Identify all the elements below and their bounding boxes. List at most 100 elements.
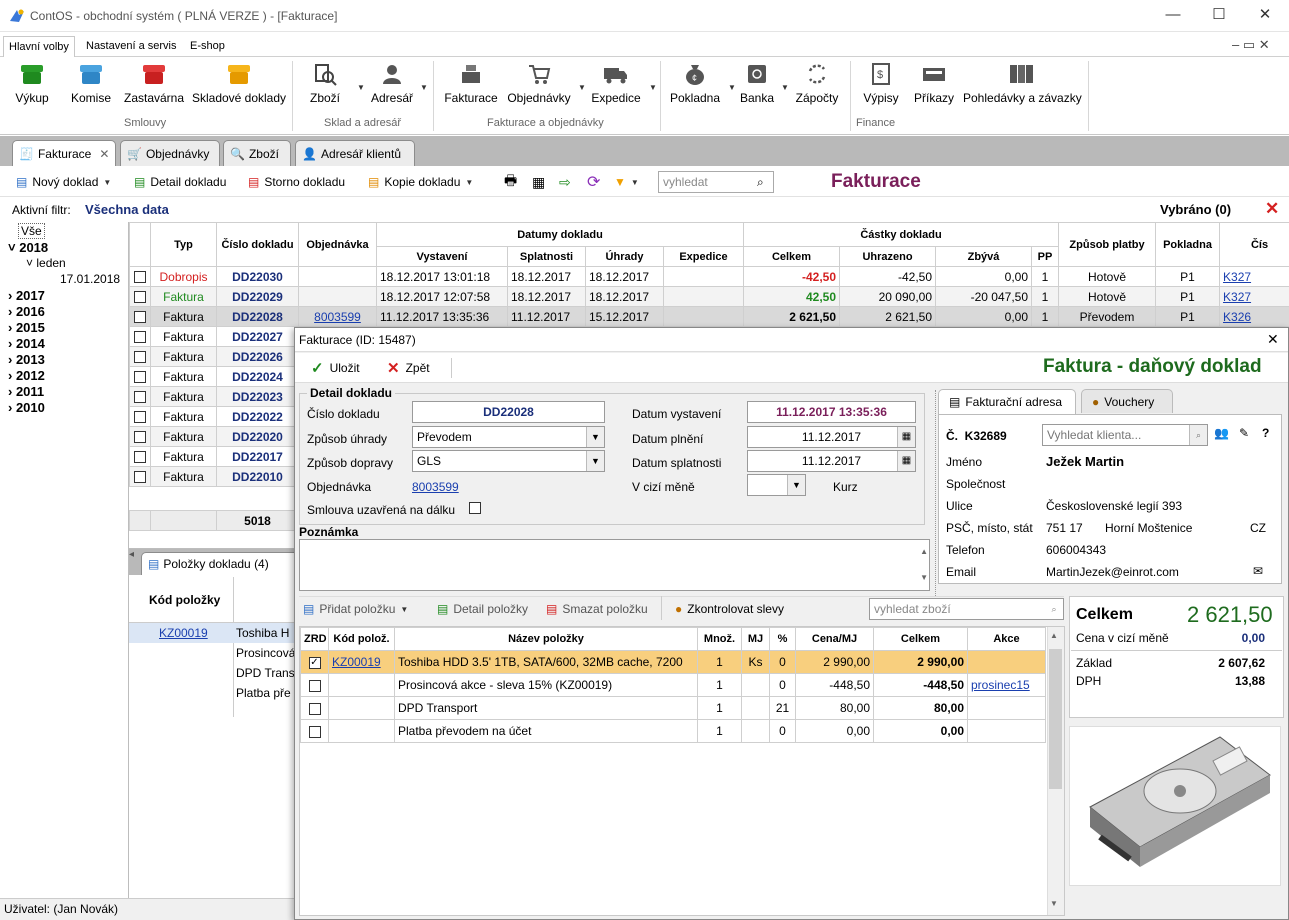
- zbozi-button[interactable]: Zboží: [305, 61, 345, 105]
- col-cena[interactable]: Cena/MJ: [795, 627, 874, 651]
- row-checkbox[interactable]: [134, 311, 146, 324]
- dropdown-arrow-icon[interactable]: ▼: [728, 83, 736, 92]
- adresar-button[interactable]: Adresář: [370, 61, 414, 105]
- storno-document-button[interactable]: ▤ Storno dokladu: [248, 172, 345, 192]
- add-contact-icon[interactable]: 👥: [1214, 426, 1229, 440]
- list-item[interactable]: DPD Trans: [236, 666, 295, 680]
- new-document-button[interactable]: ▤ Nový doklad ▼: [16, 172, 111, 192]
- col-kod[interactable]: Kód polož.: [328, 627, 395, 651]
- detail-document-button[interactable]: ▤ Detail dokladu: [134, 172, 226, 192]
- note-textarea[interactable]: ▲ ▼: [299, 539, 930, 591]
- save-button[interactable]: ✓ Uložit: [311, 359, 360, 377]
- tab-zbozi[interactable]: 🔍 Zboží: [223, 140, 291, 166]
- col-akce[interactable]: Akce: [967, 627, 1046, 651]
- komise-button[interactable]: Komise: [68, 61, 114, 105]
- tab-polozky-dokladu[interactable]: ▤ Položky dokladu (4): [141, 552, 301, 575]
- row-checkbox[interactable]: [134, 391, 146, 404]
- scroll-down-icon[interactable]: ▼: [1050, 899, 1058, 908]
- item-row-selected[interactable]: ✓ KZ00019 Toshiba HDD 3.5' 1TB, SATA/600…: [300, 650, 1046, 674]
- objednavky-button[interactable]: Objednávky: [506, 61, 572, 105]
- issue-date-field[interactable]: 11.12.2017 13:35:36: [747, 401, 916, 423]
- fulfillment-date-field[interactable]: 11.12.2017 ▦: [747, 426, 916, 448]
- row-checkbox[interactable]: [134, 291, 146, 304]
- zastavarna-button[interactable]: Zastavárna: [124, 61, 184, 105]
- col-uhrady[interactable]: Úhrady: [585, 246, 664, 267]
- export-button[interactable]: ⇨: [559, 172, 571, 192]
- add-item-button[interactable]: ▤ Přidat položku ▼: [303, 602, 408, 616]
- item-search-input[interactable]: vyhledat zboží ⌕: [869, 598, 1064, 620]
- tree-year[interactable]: › 2016: [8, 304, 45, 319]
- row-checkbox[interactable]: [134, 471, 146, 484]
- row-checkbox[interactable]: [134, 431, 146, 444]
- table-row[interactable]: Faktura DD22029 18.12.2017 12:07:58 18.1…: [129, 286, 1289, 307]
- copy-document-button[interactable]: ▤ Kopie dokladu ▼: [368, 172, 473, 192]
- detail-item-button[interactable]: ▤ Detail položky: [437, 602, 528, 616]
- col-vystaveni[interactable]: Vystavení: [376, 246, 508, 267]
- remote-contract-checkbox[interactable]: [469, 502, 481, 514]
- search-icon[interactable]: ⌕: [1045, 599, 1063, 619]
- calendar-icon[interactable]: ▦: [897, 451, 915, 471]
- close-tab-icon[interactable]: ✕: [99, 142, 109, 166]
- col-zrd[interactable]: ZRD: [300, 627, 329, 651]
- client-search-input[interactable]: Vyhledat klienta... ⌕: [1042, 424, 1208, 446]
- minimize-button[interactable]: —: [1150, 0, 1196, 32]
- pohledavky-button[interactable]: Pohledávky a závazky: [963, 61, 1082, 105]
- col-nazev[interactable]: Název položky: [394, 627, 698, 651]
- filter-button[interactable]: ▼ ▼: [614, 172, 639, 192]
- tree-date[interactable]: 17.01.2018: [60, 272, 120, 286]
- dialog-close-icon[interactable]: ✕: [1267, 331, 1279, 348]
- back-button[interactable]: ✕ Zpět: [387, 359, 430, 377]
- order-link[interactable]: 8003599: [412, 480, 459, 494]
- scroll-left-icon[interactable]: ◂: [129, 549, 134, 560]
- col-splatnosti[interactable]: Splatnosti: [507, 246, 586, 267]
- row-checkbox[interactable]: [134, 351, 146, 364]
- print-button[interactable]: 🖶: [504, 172, 517, 192]
- col-pp[interactable]: PP: [1031, 246, 1060, 267]
- item-checkbox[interactable]: [308, 725, 321, 738]
- item-row[interactable]: Platba převodem na účet 1 0 0,00 0,00: [300, 719, 1046, 743]
- dropdown-arrow-icon[interactable]: ▼: [357, 83, 365, 92]
- search-icon[interactable]: ⌕: [1189, 425, 1207, 445]
- row-checkbox[interactable]: [134, 271, 146, 284]
- maximize-button[interactable]: ☐: [1196, 0, 1242, 32]
- tab-objednavky[interactable]: 🛒 Objednávky: [120, 140, 220, 166]
- calendar-icon[interactable]: ▦: [897, 427, 915, 447]
- prikazy-button[interactable]: Příkazy: [912, 61, 956, 105]
- tab-vouchers[interactable]: ● Vouchery: [1081, 389, 1173, 413]
- row-checkbox[interactable]: [134, 331, 146, 344]
- col-cislo[interactable]: Číslo dokladu: [216, 222, 299, 267]
- skladove-doklady-button[interactable]: Skladové doklady: [191, 61, 287, 105]
- col-pokladna[interactable]: Pokladna: [1155, 222, 1221, 267]
- tree-all[interactable]: Vše: [18, 223, 45, 239]
- dropdown-arrow-icon[interactable]: ▼: [781, 83, 789, 92]
- dropdown-arrow-icon[interactable]: ▼: [103, 178, 111, 187]
- shipping-method-select[interactable]: GLS ▼: [412, 450, 605, 472]
- ribbon-tab-nastaveni[interactable]: Nastavení a servis: [81, 36, 181, 58]
- dropdown-arrow-icon[interactable]: ▼: [465, 178, 473, 187]
- col-mj[interactable]: MJ: [741, 627, 770, 651]
- ribbon-tab-eshop[interactable]: E-shop: [185, 36, 230, 58]
- tab-billing-address[interactable]: ▤ Fakturační adresa: [938, 389, 1076, 414]
- table-row[interactable]: Dobropis DD22030 18.12.2017 13:01:18 18.…: [129, 266, 1289, 287]
- tree-year[interactable]: › 2017: [8, 288, 45, 303]
- scroll-up-icon[interactable]: ▲: [920, 542, 928, 562]
- dropdown-arrow-icon[interactable]: ▼: [578, 83, 586, 92]
- refresh-button[interactable]: ⟳: [587, 172, 600, 192]
- vykup-button[interactable]: Výkup: [12, 61, 52, 105]
- col-uhrazeno[interactable]: Uhrazeno: [839, 246, 937, 267]
- tab-fakturace[interactable]: 🧾 Fakturace ✕: [12, 140, 116, 166]
- item-row[interactable]: DPD Transport 1 21 80,00 80,00: [300, 696, 1046, 720]
- mdi-controls[interactable]: – ▭ ✕: [1232, 37, 1270, 53]
- banka-button[interactable]: Banka: [738, 61, 776, 105]
- fakturace-button[interactable]: Fakturace: [443, 61, 499, 105]
- envelope-icon[interactable]: ✉: [1253, 564, 1263, 578]
- item-checkbox[interactable]: [308, 702, 321, 715]
- dropdown-arrow-icon[interactable]: ▼: [420, 83, 428, 92]
- vypisy-button[interactable]: $ Výpisy: [860, 61, 902, 105]
- close-button[interactable]: ✕: [1242, 0, 1288, 32]
- tree-year[interactable]: › 2014: [8, 336, 45, 351]
- scroll-down-icon[interactable]: ▼: [920, 568, 928, 588]
- row-checkbox[interactable]: [134, 371, 146, 384]
- tree-year[interactable]: › 2013: [8, 352, 45, 367]
- currency-select[interactable]: ▼: [747, 474, 806, 496]
